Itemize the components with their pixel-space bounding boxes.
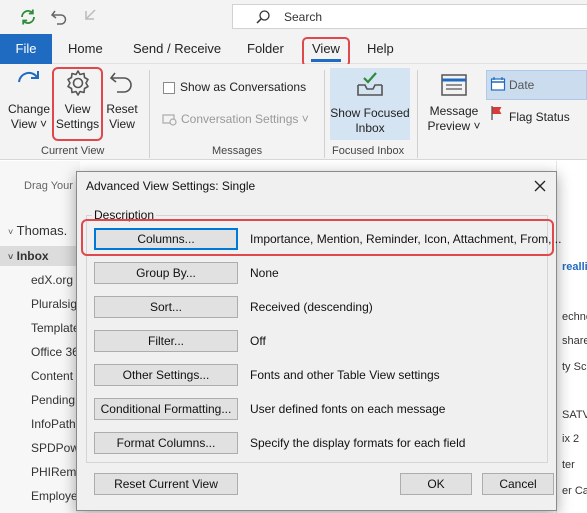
message-fragment: ty Sc: [562, 361, 587, 373]
sync-icon[interactable]: [18, 7, 38, 27]
change-view-icon: [18, 71, 39, 83]
message-list-fragment: realli echno share ty Sc SATV ix 2 ter e…: [556, 161, 587, 513]
filter-button[interactable]: Filter...: [94, 330, 238, 352]
reset-current-view-button[interactable]: Reset Current View: [94, 473, 238, 495]
search-placeholder: Search: [284, 10, 323, 24]
message-fragment: ix 2: [562, 433, 580, 445]
tab-home[interactable]: Home: [68, 34, 103, 64]
ribbon-tabs: File Home Send / Receive Folder View Hel…: [0, 34, 587, 64]
folder-item[interactable]: Template: [31, 321, 80, 335]
conversation-settings-dropdown[interactable]: Conversation Settings ˅: [181, 112, 309, 126]
folder-item[interactable]: edX.org: [31, 273, 73, 287]
change-view-label-1: Change: [7, 102, 51, 116]
search-input[interactable]: Search: [232, 4, 587, 29]
group-label-messages: Messages: [212, 145, 263, 157]
message-fragment: echno: [562, 311, 587, 323]
folder-item[interactable]: SPDPow: [31, 441, 79, 455]
tab-file[interactable]: File: [0, 34, 52, 64]
folder-item[interactable]: Pending: [31, 393, 75, 407]
reset-view-button[interactable]: Reset View: [104, 68, 140, 132]
cancel-button[interactable]: Cancel: [482, 473, 554, 495]
reset-icon: [109, 72, 132, 93]
message-fragment: SATV: [562, 409, 587, 421]
folder-item[interactable]: Content: [31, 369, 73, 383]
close-icon[interactable]: [530, 176, 550, 196]
other-settings-button[interactable]: Other Settings...: [94, 364, 238, 386]
conversation-settings-icon: [161, 111, 177, 130]
conditional-formatting-button[interactable]: Conditional Formatting...: [94, 398, 238, 420]
folder-item[interactable]: Employe: [31, 489, 78, 503]
show-focused-inbox-button[interactable]: Show Focused Inbox: [330, 68, 410, 140]
calendar-icon: [490, 77, 506, 91]
folder-pane: Drag Your ˅ Thomas. ˅ Inbox edX.org Plur…: [0, 161, 83, 513]
search-icon: [256, 10, 270, 24]
conditional-formatting-value: User defined fonts on each message: [250, 402, 446, 416]
message-fragment: share: [562, 335, 587, 347]
view-tab-highlight: [302, 37, 350, 67]
message-preview-icon: [441, 74, 467, 96]
format-columns-button[interactable]: Format Columns...: [94, 432, 238, 454]
show-focused-inbox-label-2: Inbox: [355, 121, 385, 135]
dialog-title: Advanced View Settings: Single: [86, 179, 256, 193]
show-as-conversations-checkbox[interactable]: [163, 82, 175, 94]
group-by-value: None: [250, 266, 279, 280]
view-settings-highlight: [52, 67, 103, 141]
redo-icon[interactable]: [82, 7, 102, 27]
folder-item[interactable]: Office 36: [31, 345, 79, 359]
group-by-button[interactable]: Group By...: [94, 262, 238, 284]
sort-button[interactable]: Sort...: [94, 296, 238, 318]
arrangement-date-label: Date: [509, 78, 535, 92]
message-preview-button[interactable]: Message Preview ˅: [426, 72, 482, 134]
flag-icon: [489, 105, 505, 124]
tab-folder[interactable]: Folder: [247, 34, 284, 64]
group-separator: [149, 70, 150, 158]
group-label-focused-inbox: Focused Inbox: [332, 145, 405, 157]
message-fragment: realli: [562, 261, 587, 273]
arrangement-date-button[interactable]: Date: [486, 70, 587, 100]
tab-send-receive[interactable]: Send / Receive: [133, 34, 221, 64]
sort-value: Received (descending): [250, 300, 373, 314]
change-view-button[interactable]: Change View ˅: [6, 68, 52, 132]
undo-icon[interactable]: [49, 7, 69, 27]
focused-inbox-icon: [357, 72, 383, 96]
tab-help[interactable]: Help: [367, 34, 394, 64]
arrangement-flag-status[interactable]: Flag Status: [509, 110, 570, 124]
other-settings-value: Fonts and other Table View settings: [250, 368, 440, 382]
show-as-conversations-label: Show as Conversations: [180, 80, 307, 94]
reset-view-label-2: View: [109, 117, 135, 131]
format-columns-value: Specify the display formats for each fie…: [250, 436, 466, 450]
ok-button[interactable]: OK: [400, 473, 472, 495]
show-focused-inbox-label-1: Show Focused: [330, 106, 410, 120]
columns-row-highlight: [81, 219, 554, 256]
group-separator: [324, 70, 325, 158]
drag-hint: Drag Your: [24, 180, 73, 192]
message-preview-label-2: Preview ˅: [427, 119, 481, 133]
account-item[interactable]: ˅ Thomas.: [8, 223, 67, 238]
title-bar: Search: [0, 0, 587, 34]
folder-item[interactable]: Pluralsig: [31, 297, 77, 311]
group-label-current-view: Current View: [41, 145, 105, 157]
group-separator: [417, 70, 418, 158]
filter-value: Off: [250, 334, 266, 348]
folder-inbox-label: ˅ Inbox: [8, 249, 49, 263]
message-fragment: ter: [562, 459, 575, 471]
folder-item[interactable]: InfoPath: [31, 417, 76, 431]
reset-view-label-1: Reset: [106, 102, 138, 116]
change-view-label-2: View ˅: [10, 117, 48, 131]
message-fragment: er Ca: [562, 485, 587, 497]
message-preview-label-1: Message: [429, 104, 479, 118]
